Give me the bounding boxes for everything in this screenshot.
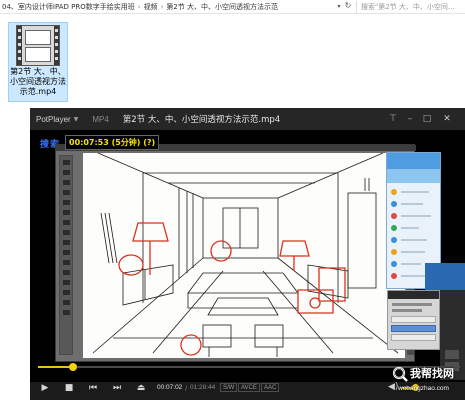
chat-panel-banner bbox=[387, 169, 440, 183]
video-frame-photoshop bbox=[55, 144, 416, 362]
video-file-icon bbox=[16, 25, 60, 66]
player-title-bar[interactable]: PotPlayer ▼ MP4 第2节 大、中、小空间透视方法示范.mp4 ⊤ … bbox=[30, 108, 465, 130]
search-input[interactable]: 搜索"第2节 大、中、小空间... bbox=[356, 1, 465, 13]
screen: { "explorer": { "breadcrumbs": ["04、室内设计… bbox=[0, 0, 465, 400]
film-frame bbox=[25, 30, 51, 45]
tag-sw[interactable]: S/W bbox=[220, 383, 238, 392]
sketch-canvas bbox=[83, 153, 405, 358]
close-icon[interactable]: ✕ bbox=[441, 113, 453, 125]
watermark-url: wobangzhao.com bbox=[398, 385, 449, 392]
file-name: 第2节 大、中、 小空间透视方法 示范.mp4 bbox=[10, 67, 66, 96]
watermark-name: 我帮找网 bbox=[410, 367, 454, 380]
player-brand-menu[interactable]: PotPlayer bbox=[36, 115, 71, 124]
eject-icon[interactable]: ⏏ bbox=[134, 381, 148, 395]
maximize-icon[interactable]: □ bbox=[421, 113, 433, 125]
chat-panel-header bbox=[387, 153, 440, 169]
total-time: 01:28:44 bbox=[190, 384, 216, 391]
stop-icon[interactable]: ■ bbox=[62, 381, 76, 395]
file-item-video[interactable]: 第2节 大、中、 小空间透视方法 示范.mp4 bbox=[8, 22, 68, 102]
tag-avce[interactable]: AVCE bbox=[238, 383, 260, 392]
seek-handle[interactable] bbox=[69, 363, 77, 371]
layers-panel-header bbox=[388, 291, 439, 299]
film-strip-left bbox=[17, 26, 22, 65]
breadcrumb-item-lesson[interactable]: 第2节 大、中、小空间透视方法示范 bbox=[166, 2, 278, 12]
chevron-down-icon[interactable]: ▼ bbox=[74, 116, 79, 123]
film-frame bbox=[25, 47, 51, 62]
seek-progress bbox=[38, 366, 73, 368]
overlay-timestamp: 00:07:53 (5分钟) (?) bbox=[65, 135, 160, 150]
potplayer-window[interactable]: PotPlayer ▼ MP4 第2节 大、中、小空间透视方法示范.mp4 ⊤ … bbox=[30, 108, 465, 400]
toolbox bbox=[59, 155, 73, 355]
time-separator: / bbox=[185, 384, 188, 392]
search-placeholder: 搜索"第2节 大、中、小空间... bbox=[361, 3, 455, 11]
chevron-right-icon: › bbox=[137, 2, 141, 11]
watermark: 我帮找网 wobangzhao.com bbox=[392, 364, 465, 400]
player-file-title: 第2节 大、中、小空间透视方法示范.mp4 bbox=[122, 115, 281, 125]
breadcrumb: 04、室内设计师IPAD PRO数字手绘实用班 › 视频 › 第2节 大、中、小… bbox=[0, 2, 330, 12]
pin-icon[interactable]: ⊤ bbox=[387, 113, 399, 125]
format-label: MP4 bbox=[92, 114, 109, 124]
chevron-right-icon: › bbox=[160, 2, 164, 11]
video-frame-layers-panel bbox=[387, 290, 440, 350]
next-icon[interactable]: ⏭ bbox=[110, 381, 124, 395]
previous-icon[interactable]: ⏮ bbox=[86, 381, 100, 395]
current-time: 00:07:02 bbox=[157, 384, 183, 391]
magnifier-logo-icon bbox=[392, 366, 408, 382]
video-area[interactable]: 搜索 00:07:53 (5分钟) (?) bbox=[30, 130, 465, 382]
breadcrumb-item-course[interactable]: 04、室内设计师IPAD PRO数字手绘实用班 bbox=[2, 2, 135, 12]
minimize-icon[interactable]: – bbox=[404, 113, 416, 125]
film-strip-right bbox=[54, 26, 59, 65]
tag-aac[interactable]: AAC bbox=[261, 383, 280, 392]
perspective-sketch bbox=[92, 153, 399, 357]
refresh-icon[interactable]: ↻ bbox=[342, 1, 354, 10]
breadcrumb-item-videos[interactable]: 视频 bbox=[144, 2, 158, 12]
address-bar[interactable]: 04、室内设计师IPAD PRO数字手绘实用班 › 视频 › 第2节 大、中、小… bbox=[0, 0, 465, 14]
play-icon[interactable]: ▶ bbox=[38, 381, 52, 395]
